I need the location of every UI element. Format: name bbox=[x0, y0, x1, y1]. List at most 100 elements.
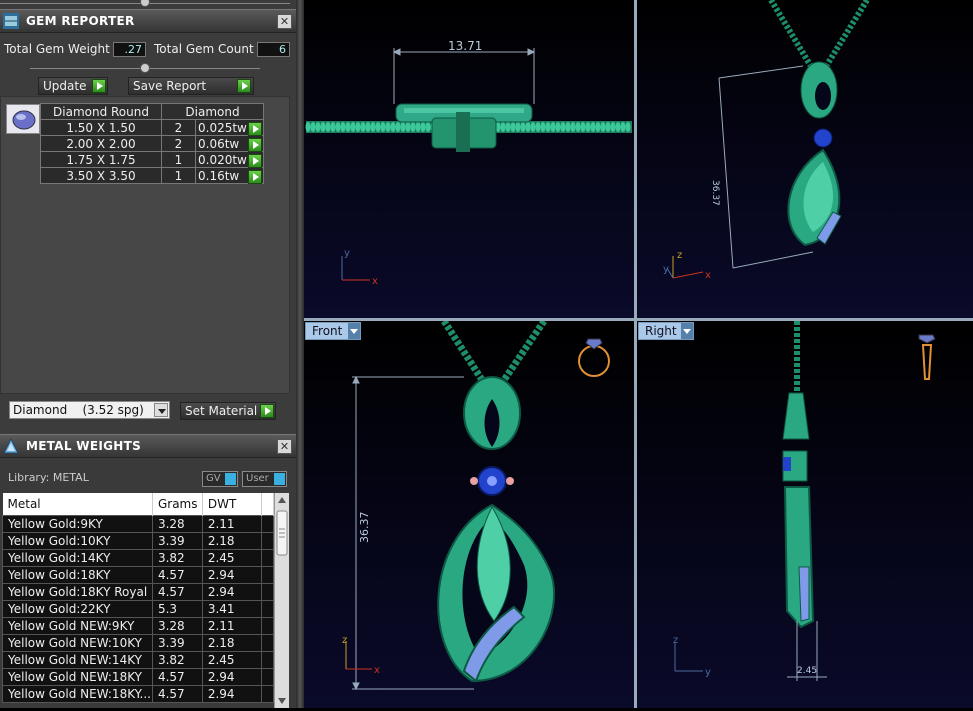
chain-link bbox=[350, 122, 356, 132]
pendant-model bbox=[787, 61, 842, 247]
save-report-go-icon[interactable] bbox=[237, 79, 251, 93]
toggle-indicator-icon bbox=[225, 473, 236, 485]
metal-dwt-cell: 2.18 bbox=[201, 531, 263, 550]
axis-z-label: z bbox=[673, 635, 678, 646]
view-right-selector[interactable]: Right bbox=[638, 322, 694, 340]
chain-link bbox=[375, 122, 381, 132]
axis-gizmo-perspective: z x y bbox=[663, 250, 711, 281]
gem-size-cell: 2.00 X 2.00 bbox=[40, 135, 162, 152]
viewport-perspective[interactable]: 36.37 z x y bbox=[637, 0, 973, 318]
gem-row-go-icon[interactable] bbox=[248, 122, 262, 136]
save-report-label: Save Report bbox=[133, 79, 207, 93]
chain-link bbox=[340, 122, 346, 132]
chain-link bbox=[365, 122, 371, 132]
metal-name-cell: Yellow Gold:18KY bbox=[2, 565, 153, 584]
dimension-width bbox=[392, 48, 536, 104]
chain-link bbox=[310, 122, 316, 132]
chain-link bbox=[620, 122, 626, 132]
chain-link bbox=[605, 122, 611, 132]
chevron-down-icon[interactable] bbox=[681, 323, 693, 339]
material-select[interactable]: Diamond (3.52 spg) bbox=[9, 401, 170, 419]
metal-name-cell: Yellow Gold NEW:14KY bbox=[2, 650, 153, 669]
metal-table-row[interactable]: Yellow Gold NEW:14KY 3.82 2.45 bbox=[2, 650, 274, 669]
set-material-go-icon[interactable] bbox=[260, 404, 274, 418]
metal-table-row[interactable]: Yellow Gold:22KY 5.3 3.41 bbox=[2, 599, 274, 618]
metal-grams-cell: 3.39 bbox=[151, 531, 203, 550]
viewport-divider-horizontal[interactable] bbox=[304, 318, 973, 321]
gem-row-go-icon[interactable] bbox=[248, 138, 262, 152]
chevron-down-icon[interactable] bbox=[348, 323, 360, 339]
metal-table-row[interactable]: Yellow Gold:18KY Royal 4.57 2.94 bbox=[2, 582, 274, 601]
metal-grams-cell: 4.57 bbox=[151, 684, 203, 703]
metal-col-grams[interactable]: Grams bbox=[152, 493, 203, 515]
pendant-preview-icon[interactable] bbox=[918, 334, 936, 380]
gem-slider-knob[interactable] bbox=[140, 63, 150, 73]
chevron-down-icon[interactable] bbox=[154, 403, 168, 417]
chain-link bbox=[590, 122, 596, 132]
gem-table-row[interactable]: 1.50 X 1.50 2 0.025tw bbox=[40, 119, 264, 136]
left-panel: GEM REPORTER ✕ Total Gem Weight .27 Tota… bbox=[0, 0, 300, 708]
chain-link bbox=[325, 122, 331, 132]
metal-name-cell: Yellow Gold NEW:18KY bbox=[2, 667, 153, 686]
metal-dwt-cell: 2.11 bbox=[201, 616, 263, 635]
total-gem-weight-label: Total Gem Weight bbox=[4, 42, 110, 56]
metal-dwt-cell: 2.45 bbox=[201, 548, 263, 567]
gem-row-go-icon[interactable] bbox=[248, 154, 262, 168]
metal-col-dwt[interactable]: DWT bbox=[202, 493, 263, 515]
round-diamond-icon[interactable] bbox=[6, 104, 40, 134]
gem-table-row[interactable]: 3.50 X 3.50 1 0.16tw bbox=[40, 167, 264, 184]
chain-link bbox=[625, 122, 631, 132]
metal-col-name[interactable]: Metal bbox=[2, 493, 153, 515]
ring-preview-icon[interactable] bbox=[578, 338, 610, 377]
gem-weight-value: 0.025tw bbox=[198, 120, 247, 135]
metal-dwt-cell: 2.94 bbox=[201, 565, 263, 584]
metal-table-row[interactable]: Yellow Gold NEW:10KY 3.39 2.18 bbox=[2, 633, 274, 652]
axis-x-label: x bbox=[705, 270, 711, 281]
gem-row-go-icon[interactable] bbox=[248, 170, 262, 184]
gem-table-row[interactable]: 2.00 X 2.00 2 0.06tw bbox=[40, 135, 264, 152]
chain-link bbox=[410, 122, 416, 132]
gem-reporter-close-button[interactable]: ✕ bbox=[277, 14, 292, 29]
user-toggle[interactable]: User bbox=[242, 471, 287, 487]
chain-link bbox=[360, 122, 366, 132]
viewport-front[interactable]: 36.37 z x bbox=[304, 321, 634, 708]
viewport-right[interactable]: 2.45 z y bbox=[637, 321, 973, 708]
metal-spacer-cell bbox=[261, 684, 274, 703]
metal-table-scrollbar[interactable] bbox=[274, 493, 289, 708]
metal-table-row[interactable]: Yellow Gold:9KY 3.28 2.11 bbox=[2, 514, 274, 533]
persp-dimension-label: 36.37 bbox=[710, 180, 720, 206]
metal-grams-cell: 3.28 bbox=[151, 616, 203, 635]
chain-link bbox=[515, 122, 521, 132]
panel-splitter[interactable] bbox=[296, 0, 304, 708]
chain-link bbox=[380, 122, 386, 132]
metal-grams-cell: 3.82 bbox=[151, 548, 203, 567]
chain-strands bbox=[768, 0, 870, 70]
view-front-selector[interactable]: Front bbox=[305, 322, 361, 340]
metal-name-cell: Yellow Gold:9KY bbox=[2, 514, 153, 533]
gem-table-row[interactable]: 1.75 X 1.75 1 0.020tw bbox=[40, 151, 264, 168]
top-dimension-label: 13.71 bbox=[448, 39, 482, 53]
metal-weights-close-button[interactable]: ✕ bbox=[277, 439, 292, 454]
metal-grams-cell: 3.39 bbox=[151, 633, 203, 652]
metal-name-cell: Yellow Gold NEW:10KY bbox=[2, 633, 153, 652]
metal-table-row[interactable]: Yellow Gold:14KY 3.82 2.45 bbox=[2, 548, 274, 567]
axis-y-label: y bbox=[344, 248, 350, 259]
chain-link bbox=[615, 122, 621, 132]
chain-link bbox=[565, 122, 571, 132]
axis-gizmo-right: z y bbox=[673, 635, 711, 678]
metal-table-row[interactable]: Yellow Gold NEW:9KY 3.28 2.11 bbox=[2, 616, 274, 635]
metal-table-row[interactable]: Yellow Gold:10KY 3.39 2.18 bbox=[2, 531, 274, 550]
total-gem-weight-value: .27 bbox=[113, 42, 146, 57]
gv-toggle[interactable]: GV bbox=[202, 471, 238, 487]
metal-table-row[interactable]: Yellow Gold NEW:18KY... 4.57 2.94 bbox=[2, 684, 274, 703]
save-report-button[interactable]: Save Report bbox=[128, 77, 254, 95]
top-splitter-knob[interactable] bbox=[140, 0, 150, 7]
viewport-top[interactable]: 13.71 y x bbox=[304, 0, 634, 318]
update-go-icon[interactable] bbox=[92, 79, 106, 93]
metal-dwt-cell: 2.94 bbox=[201, 582, 263, 601]
metal-table-row[interactable]: Yellow Gold:18KY 4.57 2.94 bbox=[2, 565, 274, 584]
chain-link bbox=[355, 122, 361, 132]
chain-link bbox=[550, 122, 556, 132]
metal-table-row[interactable]: Yellow Gold NEW:18KY 4.57 2.94 bbox=[2, 667, 274, 686]
viewport-divider-vertical[interactable] bbox=[634, 0, 637, 708]
